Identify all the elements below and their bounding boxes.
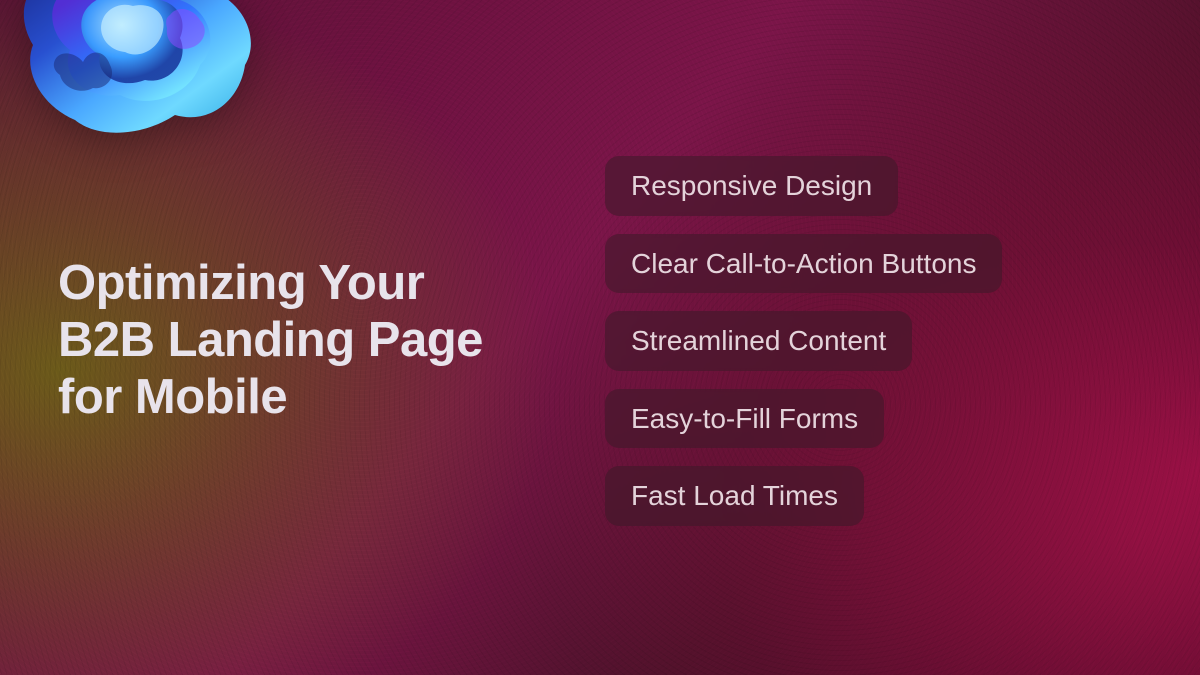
feature-pill: Clear Call-to-Action Buttons: [605, 234, 1002, 294]
page-title: Optimizing YourB2B Landing Pagefor Mobil…: [58, 255, 483, 425]
abstract-decorative-shape: [5, 0, 275, 180]
feature-pill: Fast Load Times: [605, 466, 864, 526]
feature-pill: Streamlined Content: [605, 311, 912, 371]
feature-pill: Responsive Design: [605, 156, 898, 216]
feature-pill: Easy-to-Fill Forms: [605, 389, 884, 449]
title-text: Optimizing YourB2B Landing Pagefor Mobil…: [58, 256, 483, 424]
feature-pill-list: Responsive Design Clear Call-to-Action B…: [605, 156, 1002, 526]
